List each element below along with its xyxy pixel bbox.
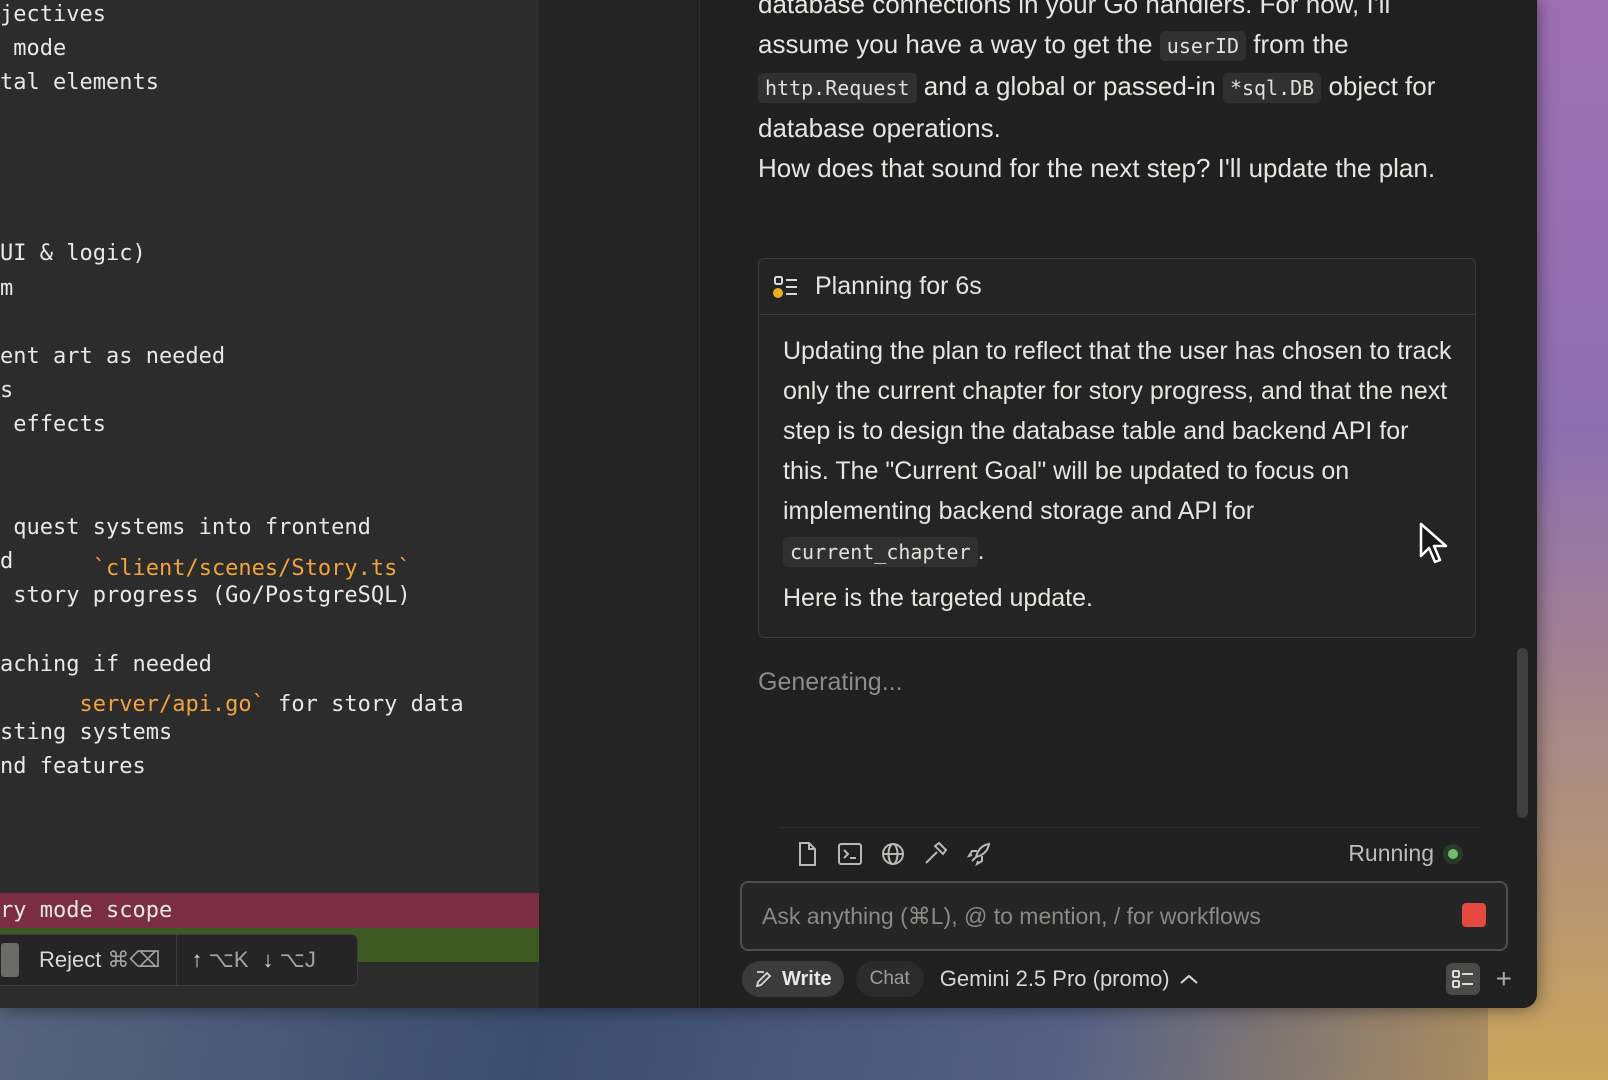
- divider: [176, 935, 178, 985]
- code-line: jectives: [0, 2, 106, 27]
- terminal-icon[interactable]: [837, 841, 863, 867]
- chat-input-box[interactable]: [740, 881, 1508, 951]
- divider: [699, 0, 700, 1008]
- diff-action-bar: Reject ⌘⌫ ↑ ⌥K ↓ ⌥J: [0, 934, 358, 986]
- code-line: effects: [0, 412, 106, 438]
- write-label: Write: [782, 967, 832, 990]
- code-line-api-go: server/api.go` for story data: [0, 654, 463, 717]
- inline-code: *sql.DB: [1222, 73, 1322, 103]
- checklist-icon: [773, 274, 799, 300]
- chat-panel: database connections in your Go handlers…: [728, 0, 1512, 1008]
- pencil-icon: [755, 971, 772, 988]
- generating-status: Generating...: [758, 668, 903, 696]
- planning-paragraph: Updating the plan to reflect that the us…: [783, 337, 1452, 525]
- diff-removed-line: ry mode scope: [0, 893, 539, 928]
- chat-label: Chat: [869, 968, 910, 989]
- arrow-up-icon[interactable]: ↑: [191, 947, 202, 973]
- planning-footer-text: Here is the targeted update.: [783, 584, 1093, 612]
- chat-mode-button[interactable]: Chat: [855, 961, 924, 997]
- planning-body: Updating the plan to reflect that the us…: [783, 331, 1455, 618]
- app-window: jectives mode tal elements UI & logic) m ent…: [0, 0, 1537, 1008]
- next-shortcut: ⌥J: [279, 947, 316, 972]
- agent-status: Running: [1348, 840, 1458, 867]
- chat-input[interactable]: [760, 895, 1444, 937]
- code-editor[interactable]: jectives mode tal elements UI & logic) m ent…: [0, 0, 539, 1008]
- model-selector[interactable]: Gemini 2.5 Pro (promo): [940, 966, 1200, 992]
- inline-code: userID: [1159, 31, 1247, 61]
- reject-shortcut: ⌘⌫: [107, 947, 161, 972]
- assistant-message: database connections in your Go handlers…: [758, 0, 1468, 148]
- stop-button[interactable]: [1462, 903, 1486, 927]
- api-go-path: server/api.go`: [79, 692, 265, 717]
- chevron-up-icon: [1179, 974, 1198, 984]
- chat-scrollbar[interactable]: [1517, 648, 1528, 818]
- planning-text: Updating the plan to reflect that the us…: [783, 331, 1455, 572]
- checklist-icon: [1451, 970, 1473, 988]
- mouse-cursor-icon: [1419, 522, 1448, 564]
- arrow-down-icon[interactable]: ↓: [263, 947, 274, 973]
- chat-footer: Write Chat Gemini 2.5 Pro (promo) +: [742, 960, 1512, 998]
- status-text: Running: [1348, 840, 1434, 866]
- reject-button[interactable]: Reject: [39, 947, 101, 973]
- code-line: tal elements: [0, 70, 159, 96]
- code-line: m: [0, 275, 14, 301]
- code-line: ent art as needed: [0, 344, 226, 369]
- code-line: mode: [0, 36, 67, 62]
- planning-header[interactable]: Planning for 6s: [759, 259, 1475, 315]
- planning-title: Planning for 6s: [815, 272, 982, 300]
- prev-shortcut: ⌥K: [208, 947, 249, 972]
- message-text: and a global or passed-in: [916, 71, 1223, 101]
- removed-line-text: ry mode scope: [0, 898, 173, 923]
- file-icon[interactable]: [794, 841, 820, 867]
- status-dot-icon: [1448, 848, 1458, 859]
- context-toolbar: Running: [780, 827, 1480, 880]
- hammer-icon[interactable]: [923, 841, 949, 867]
- code-line: s: [0, 378, 14, 404]
- message-text: from the: [1246, 29, 1349, 59]
- inline-code: current_chapter: [783, 537, 978, 567]
- code-line-story-ts: `client/scenes/Story.ts`: [0, 518, 411, 581]
- editor-gutter: [539, 0, 699, 1008]
- code-line: UI & logic): [0, 241, 146, 267]
- model-name: Gemini 2.5 Pro (promo): [939, 966, 1170, 991]
- planning-card[interactable]: Planning for 6s Updating the plan to ref…: [758, 258, 1476, 638]
- write-mode-button[interactable]: Write: [742, 961, 844, 997]
- planning-punct: .: [977, 537, 985, 565]
- accept-button[interactable]: [1, 943, 19, 977]
- assistant-question: How does that sound for the next step? I…: [758, 153, 1436, 183]
- story-ts-path: `client/scenes/Story.ts`: [92, 556, 411, 581]
- rocket-icon[interactable]: [966, 841, 992, 867]
- api-go-rest: for story data: [264, 692, 464, 717]
- plan-toggle-button[interactable]: [1445, 963, 1480, 995]
- inline-code: http.Request: [758, 73, 917, 103]
- globe-icon[interactable]: [880, 841, 906, 867]
- new-chat-plus-icon[interactable]: +: [1496, 963, 1512, 995]
- footer-actions: +: [1445, 960, 1512, 998]
